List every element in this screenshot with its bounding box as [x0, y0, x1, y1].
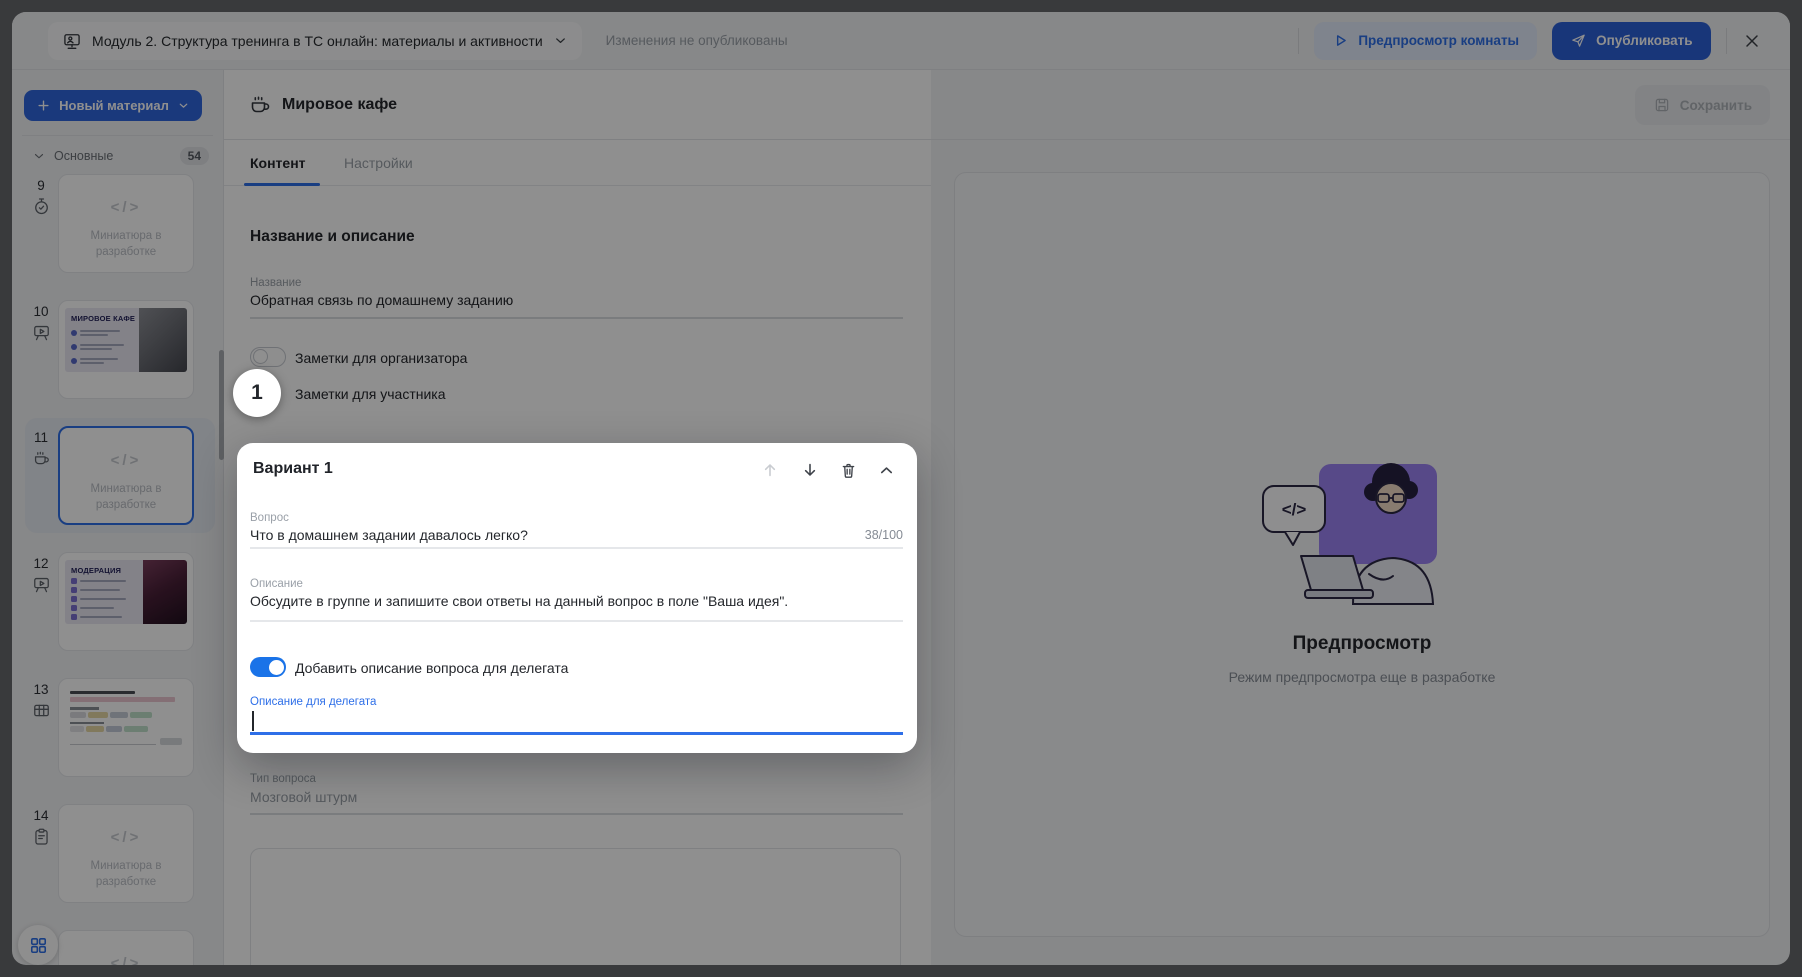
text-cursor [252, 711, 254, 731]
description-value[interactable]: Обсудите в группе и запишите свои ответы… [250, 593, 788, 609]
step-annotation-marker: 1 [233, 369, 281, 417]
description-label: Описание [250, 578, 303, 590]
field-underline [250, 620, 903, 622]
delete-icon[interactable] [836, 458, 860, 482]
char-counter: 38/100 [864, 528, 903, 542]
variant-title: Вариант 1 [253, 460, 333, 477]
delegate-field-label: Описание для делегата [250, 696, 377, 708]
field-underline [250, 547, 903, 549]
focused-field-underline[interactable] [250, 732, 903, 735]
step-number: 1 [251, 381, 263, 404]
delegate-description-toggle[interactable] [250, 657, 286, 677]
delegate-toggle-label: Добавить описание вопроса для делегата [295, 660, 569, 676]
move-down-icon[interactable] [798, 458, 822, 482]
question-label: Вопрос [250, 512, 289, 524]
variant-1-card: Вариант 1 Вопрос Что в домашнем задании … [237, 443, 917, 753]
collapse-icon[interactable] [874, 458, 898, 482]
question-value[interactable]: Что в домашнем задании давалось легко? [250, 527, 528, 543]
move-up-icon[interactable] [758, 458, 782, 482]
